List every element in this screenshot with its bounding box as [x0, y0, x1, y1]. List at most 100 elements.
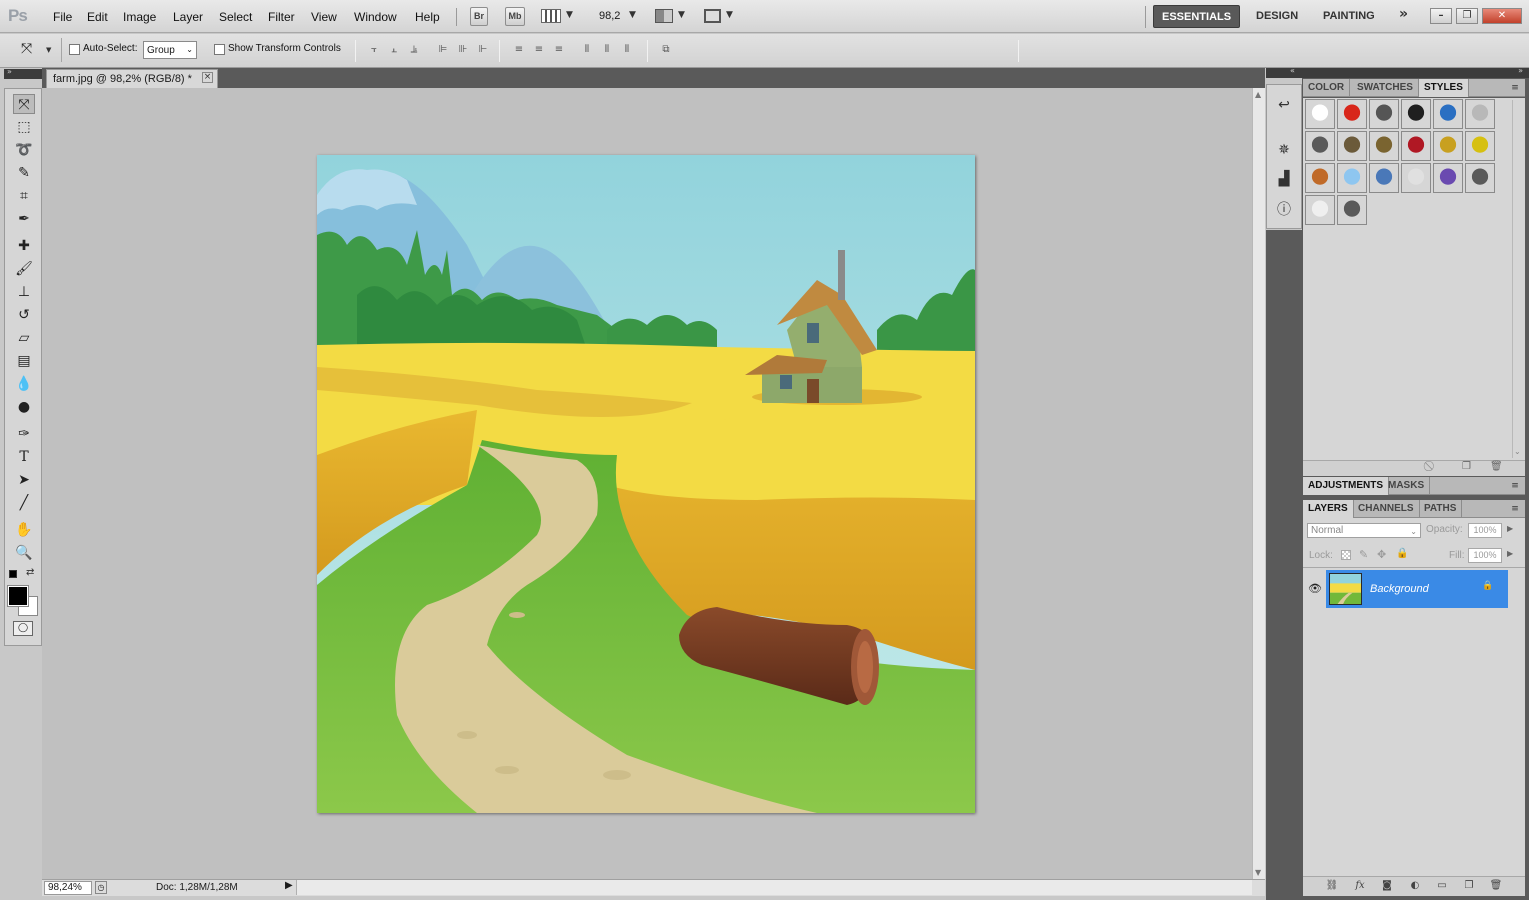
zoom-tool-icon[interactable]: 🔍 — [13, 543, 35, 563]
scroll-down-icon[interactable]: ⌄ — [1514, 447, 1521, 456]
close-window-button[interactable]: ✕ — [1482, 8, 1522, 24]
zoom-dropdown-icon[interactable]: ▼ — [629, 10, 636, 20]
document-tab[interactable]: farm.jpg @ 98,2% (RGB/8) * — [46, 69, 218, 88]
layer-name[interactable]: Background — [1370, 583, 1429, 595]
clone-stamp-tool-icon[interactable]: ⊥ — [13, 282, 35, 302]
style-swatch[interactable] — [1465, 99, 1495, 129]
panel-menu-icon[interactable]: ≡ — [1509, 83, 1521, 93]
style-swatch[interactable] — [1401, 163, 1431, 193]
new-group-icon[interactable]: ▭ — [1434, 879, 1450, 893]
brush-tool-icon[interactable]: 🖌 — [13, 259, 35, 279]
style-swatch[interactable] — [1337, 163, 1367, 193]
distribute-bottom-icon[interactable]: ≡ — [552, 43, 566, 56]
dodge-tool-icon[interactable]: ● — [13, 397, 35, 417]
tab-color[interactable]: COLOR — [1303, 79, 1351, 97]
line-tool-icon[interactable]: ╱ — [13, 493, 35, 513]
move-tool-preset-icon[interactable]: ⤧ — [21, 41, 32, 57]
arrange-dropdown-icon[interactable]: ▼ — [678, 10, 685, 20]
menu-layer[interactable]: Layer — [173, 10, 203, 24]
eyedropper-tool-icon[interactable]: ✒ — [13, 209, 35, 229]
style-swatch[interactable] — [1369, 131, 1399, 161]
style-swatch[interactable] — [1337, 99, 1367, 129]
tools-panel-header[interactable]: » — [4, 67, 42, 79]
align-right-icon[interactable]: ⊩ — [476, 43, 490, 56]
style-swatch[interactable] — [1401, 99, 1431, 129]
vertical-scrollbar[interactable]: ▲ ▼ — [1252, 88, 1265, 879]
document-canvas-image[interactable] — [317, 155, 975, 813]
new-style-icon[interactable]: ❐ — [1462, 461, 1471, 472]
show-transform-checkbox[interactable] — [214, 44, 225, 55]
style-swatch[interactable] — [1337, 195, 1367, 225]
pen-tool-icon[interactable]: ✑ — [13, 424, 35, 444]
style-swatch[interactable] — [1369, 99, 1399, 129]
type-tool-icon[interactable]: T — [13, 447, 35, 467]
tab-masks[interactable]: MASKS — [1383, 477, 1431, 495]
style-swatch[interactable] — [1305, 163, 1335, 193]
expand-panel-icon[interactable]: » — [7, 67, 12, 76]
panel-dock-header[interactable]: » — [1302, 66, 1529, 78]
align-top-icon[interactable]: ⫟ — [367, 43, 381, 56]
delete-layer-icon[interactable]: 🗑 — [1488, 879, 1504, 893]
menu-window[interactable]: Window — [354, 10, 397, 24]
screen-mode-dropdown-icon[interactable]: ▼ — [726, 10, 733, 20]
distribute-top-icon[interactable]: ≡ — [512, 43, 526, 56]
menu-select[interactable]: Select — [219, 10, 252, 24]
link-layers-icon[interactable]: ⛓ — [1324, 879, 1340, 893]
style-swatch[interactable] — [1465, 163, 1495, 193]
menu-image[interactable]: Image — [123, 10, 156, 24]
screen-mode-icon[interactable] — [704, 9, 721, 23]
hand-tool-icon[interactable]: ✋ — [13, 520, 35, 540]
history-panel-icon[interactable]: ↩ — [1273, 94, 1295, 116]
panel-menu-icon[interactable]: ≡ — [1509, 481, 1521, 491]
style-swatch[interactable] — [1337, 131, 1367, 161]
bridge-button[interactable]: Br — [470, 7, 488, 26]
opacity-arrow-icon[interactable]: ▶ — [1507, 524, 1513, 533]
style-swatch[interactable] — [1433, 99, 1463, 129]
auto-select-dropdown[interactable]: Group ⌄ — [143, 41, 197, 59]
auto-align-layers-icon[interactable]: ⧉ — [659, 43, 673, 56]
style-swatch[interactable] — [1369, 163, 1399, 193]
history-brush-tool-icon[interactable]: ↺ — [13, 305, 35, 325]
menu-filter[interactable]: Filter — [268, 10, 295, 24]
style-swatch[interactable] — [1305, 195, 1335, 225]
add-mask-icon[interactable]: ◙ — [1379, 879, 1395, 893]
workspace-design[interactable]: DESIGN — [1248, 5, 1306, 28]
distribute-right-icon[interactable]: ⦀ — [620, 43, 634, 56]
swap-colors-icon[interactable]: ⇄ — [26, 567, 34, 578]
lock-all-icon[interactable]: 🔒 — [1396, 548, 1408, 559]
fill-arrow-icon[interactable]: ▶ — [1507, 549, 1513, 558]
status-menu-arrow-icon[interactable]: ▶ — [285, 880, 293, 891]
navigator-panel-icon[interactable]: ✵ — [1273, 139, 1295, 161]
panel-menu-icon[interactable]: ≡ — [1509, 504, 1521, 514]
gradient-tool-icon[interactable]: ▤ — [13, 351, 35, 371]
lasso-tool-icon[interactable]: ➰ — [13, 140, 35, 160]
chevron-down-icon[interactable]: ▼ — [566, 10, 573, 20]
opacity-input[interactable]: 100% — [1468, 523, 1502, 538]
mini-bridge-button[interactable]: Mb — [505, 7, 525, 26]
adjustment-layer-icon[interactable]: ◐ — [1407, 879, 1423, 893]
menu-edit[interactable]: Edit — [87, 10, 108, 24]
distribute-hcenter-icon[interactable]: ⦀ — [600, 43, 614, 56]
view-extras-icon[interactable] — [541, 9, 561, 23]
new-layer-icon[interactable]: ❐ — [1461, 879, 1477, 893]
dock-header[interactable]: « — [1266, 66, 1302, 78]
scroll-down-icon[interactable]: ▼ — [1255, 868, 1261, 877]
tab-layers[interactable]: LAYERS — [1303, 500, 1354, 518]
layer-style-fx-icon[interactable]: fx — [1352, 879, 1368, 893]
style-swatch[interactable] — [1401, 131, 1431, 161]
crop-tool-icon[interactable]: ⌗ — [13, 186, 35, 206]
menu-help[interactable]: Help — [415, 10, 440, 24]
healing-brush-tool-icon[interactable]: ✚ — [13, 236, 35, 256]
blur-tool-icon[interactable]: 💧 — [13, 374, 35, 394]
layer-visibility-eye-icon[interactable]: 👁 — [1305, 570, 1325, 608]
tab-swatches[interactable]: SWATCHES — [1352, 79, 1419, 97]
path-selection-tool-icon[interactable]: ➤ — [13, 470, 35, 490]
blend-mode-select[interactable]: Normal ⌄ — [1307, 523, 1421, 538]
arrange-documents-icon[interactable] — [655, 9, 673, 23]
histogram-panel-icon[interactable]: ▟ — [1273, 168, 1295, 190]
tab-paths[interactable]: PATHS — [1419, 500, 1463, 518]
restore-button[interactable]: ❐ — [1456, 8, 1478, 24]
default-colors-icon[interactable] — [9, 570, 17, 578]
distribute-left-icon[interactable]: ⦀ — [580, 43, 594, 56]
align-left-icon[interactable]: ⊫ — [436, 43, 450, 56]
